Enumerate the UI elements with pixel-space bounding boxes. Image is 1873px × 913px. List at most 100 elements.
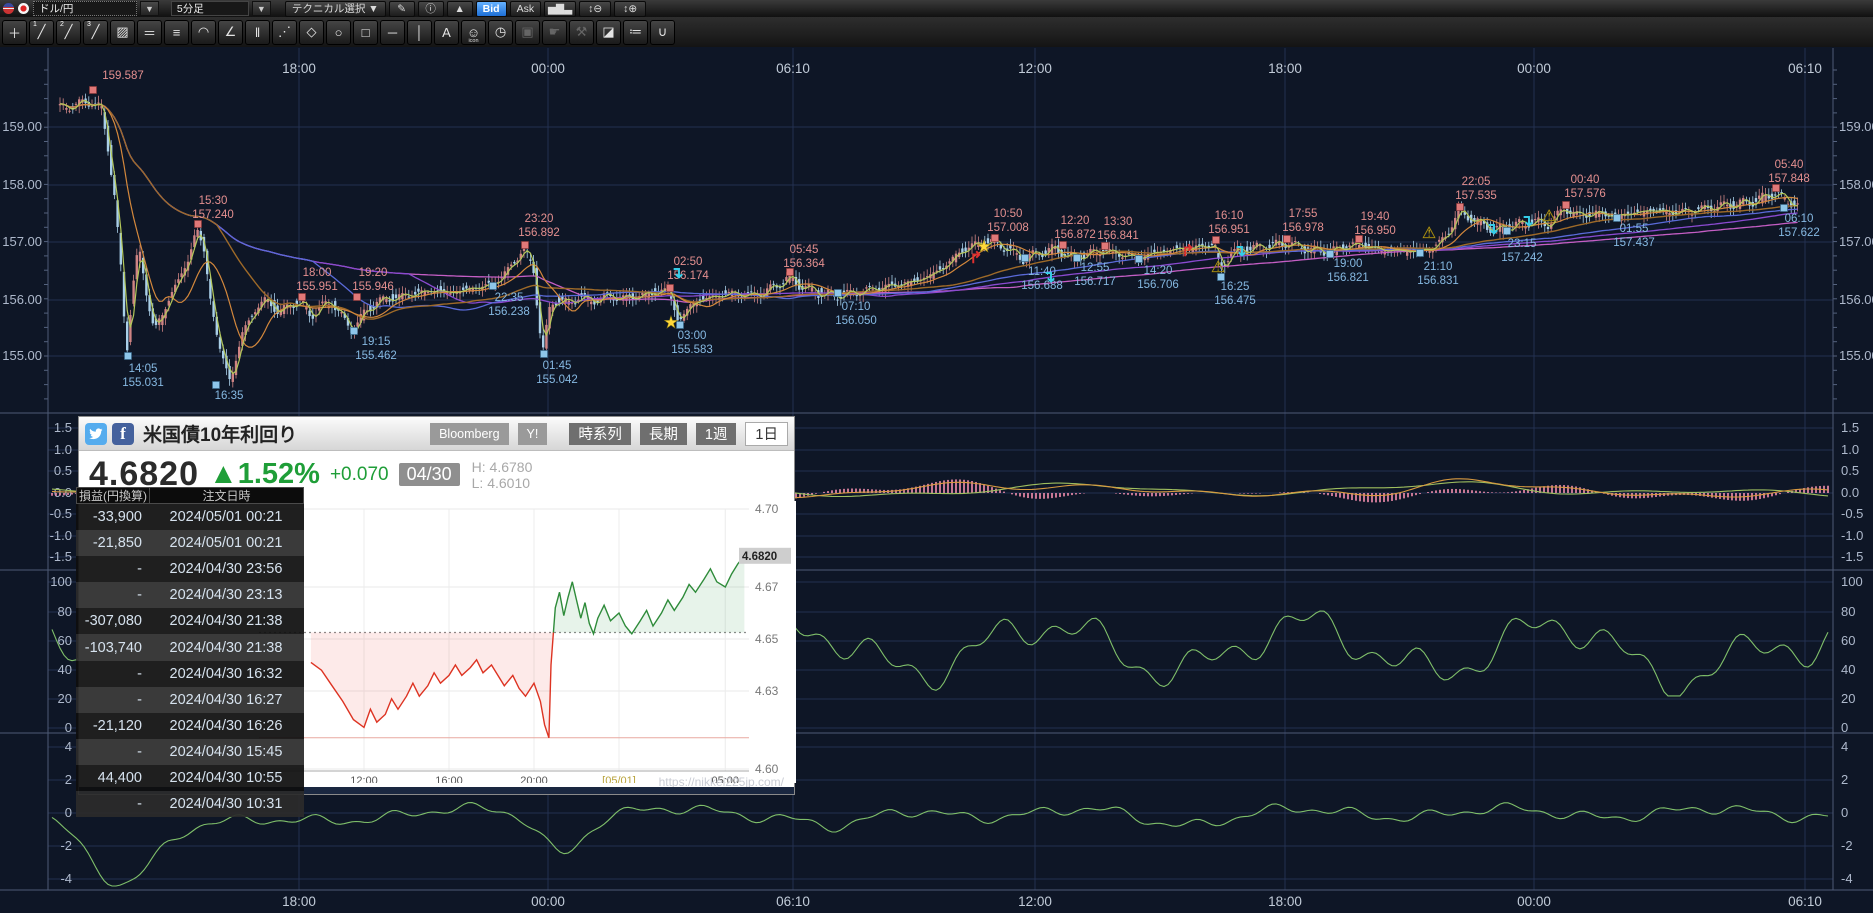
tab-bloomberg[interactable]: Bloomberg <box>430 423 508 445</box>
svg-text:40: 40 <box>1841 662 1855 677</box>
rectangle-tool[interactable]: □ <box>353 20 378 45</box>
low-annotation-price: 157.242 <box>1501 252 1543 264</box>
high-annotation-time: 00:40 <box>1571 174 1600 186</box>
copy-object-tool[interactable]: ▣ <box>515 20 540 45</box>
fibonacci-lines-tool[interactable]: ≡ <box>164 20 189 45</box>
timeframe-dropdown-button[interactable]: ▼ <box>252 1 271 16</box>
trendline1-tool[interactable]: ╱1 <box>29 20 54 45</box>
fan-lines-tool[interactable]: ∠ <box>218 20 243 45</box>
position-row[interactable]: -21,8502024/05/01 00:21 <box>76 530 304 556</box>
position-row[interactable]: -33,9002024/05/01 00:21 <box>76 504 304 530</box>
horizontal-line-tool[interactable]: ─ <box>380 20 405 45</box>
crosshair-tool[interactable]: ＋ <box>2 20 27 45</box>
bid-button[interactable]: Bid <box>476 1 507 17</box>
pencil-tool-button[interactable]: ✎ <box>389 1 415 17</box>
svg-text:1.5: 1.5 <box>1841 420 1859 435</box>
vertical-line-tool[interactable]: │ <box>407 20 432 45</box>
high-marker <box>1284 236 1291 243</box>
timeframe-select[interactable]: 5分足 <box>171 1 249 16</box>
polygon-tool[interactable]: ◇ <box>299 20 324 45</box>
svg-text:-4: -4 <box>1841 871 1853 886</box>
tab-1week[interactable]: 1週 <box>696 423 737 445</box>
twitter-icon[interactable] <box>85 423 107 445</box>
trendline3-tool[interactable]: ╱3 <box>83 20 108 45</box>
tab-yahoo[interactable]: Y! <box>518 423 548 445</box>
facebook-icon[interactable]: f <box>112 423 134 445</box>
order-datetime-column-header[interactable]: 注文日時 <box>150 488 303 503</box>
low-marker <box>1022 255 1029 262</box>
currency-pair-dropdown-button[interactable]: ▼ <box>140 1 159 16</box>
low-annotation-time: 03:00 <box>678 330 707 342</box>
svg-text:156.00: 156.00 <box>1839 292 1873 307</box>
high-annotation-price: 156.951 <box>1208 224 1250 236</box>
ask-button[interactable]: Ask <box>510 1 542 17</box>
low-annotation-time: 01:55 <box>1620 223 1649 235</box>
low-annotation-time: 01:45 <box>543 360 572 372</box>
edit-object-tool[interactable]: ⚒ <box>569 20 594 45</box>
svg-text:4.70: 4.70 <box>755 502 779 516</box>
position-order-datetime: 2024/04/30 16:26 <box>148 713 304 739</box>
svg-text:12:00: 12:00 <box>350 775 378 783</box>
position-row[interactable]: -2024/04/30 15:45 <box>76 739 304 765</box>
high-marker <box>522 242 529 249</box>
tool-number-label: 1 <box>33 21 37 28</box>
icon-stamp-tool[interactable]: ☺icon <box>461 20 486 45</box>
tab-longterm[interactable]: 長期 <box>640 423 687 445</box>
svg-text:00:00: 00:00 <box>1517 61 1551 76</box>
tab-1day[interactable]: 1日 <box>745 422 788 446</box>
info-button[interactable]: ⓘ <box>418 1 444 17</box>
text-tool[interactable]: A <box>434 20 459 45</box>
positions-table: 損益(円換算) 注文日時 -33,9002024/05/01 00:21-21,… <box>76 487 304 817</box>
position-row[interactable]: 44,4002024/04/30 10:55 <box>76 765 304 791</box>
time-marker-tool[interactable]: ◷ <box>488 20 513 45</box>
position-order-datetime: 2024/04/30 16:32 <box>148 661 304 687</box>
eraser-tool[interactable]: ◪ <box>596 20 621 45</box>
svg-text:16:00: 16:00 <box>435 775 463 783</box>
high-marker <box>354 294 361 301</box>
pl-column-header[interactable]: 損益(円換算) <box>77 488 150 503</box>
position-row[interactable]: -2024/04/30 10:31 <box>76 791 304 817</box>
vertical-zoom-out-button[interactable]: ↕⊖ <box>579 1 611 17</box>
svg-text:20: 20 <box>1841 691 1855 706</box>
technical-select-button[interactable]: テクニカル選択 ▼ <box>285 1 386 17</box>
fibonacci-arc-tool[interactable]: ◠ <box>191 20 216 45</box>
position-row[interactable]: -21,1202024/04/30 16:26 <box>76 713 304 739</box>
parallel-lines-tool[interactable]: ＝ <box>137 20 162 45</box>
drawing-toolbar: ＋╱1╱2╱3▨＝≡◠∠‖⋰◇○□─│A☺icon◷▣☛⚒◪≔∪ <box>0 17 1873 47</box>
position-row[interactable]: -103,7402024/04/30 21:38 <box>76 634 304 660</box>
svg-text:-1.0: -1.0 <box>50 528 72 543</box>
position-row[interactable]: -2024/04/30 23:56 <box>76 556 304 582</box>
high-annotation-price: 157.535 <box>1455 190 1497 202</box>
circle-tool[interactable]: ○ <box>326 20 351 45</box>
vertical-zoom-in-button[interactable]: ↕⊕ <box>614 1 646 17</box>
svg-text:06:10: 06:10 <box>776 61 810 76</box>
svg-text:00:00: 00:00 <box>1517 894 1551 909</box>
low-annotation-price: 157.437 <box>1613 237 1655 249</box>
trendline2-tool[interactable]: ╱2 <box>56 20 81 45</box>
chart-type-button[interactable]: ▅▇▃ <box>544 1 576 17</box>
yield-popup-header: f 米国債10年利回り Bloomberg Y! 時系列 長期 1週 1日 <box>79 417 794 451</box>
tab-timeseries[interactable]: 時系列 <box>569 423 631 445</box>
position-pl-value: -21,850 <box>76 530 148 556</box>
vertical-grid-tool[interactable]: ‖ <box>245 20 270 45</box>
tool-number-label: 2 <box>60 21 64 28</box>
low-marker <box>835 290 842 297</box>
low-annotation-time: 22:35 <box>495 292 524 304</box>
position-row[interactable]: -2024/04/30 16:32 <box>76 661 304 687</box>
position-order-datetime: 2024/04/30 10:31 <box>148 791 304 817</box>
low-annotation-time: 21:10 <box>1424 261 1453 273</box>
position-row[interactable]: -2024/04/30 23:13 <box>76 582 304 608</box>
object-list-tool[interactable]: ≔ <box>623 20 648 45</box>
move-object-tool[interactable]: ☛ <box>542 20 567 45</box>
magnet-tool[interactable]: ∪ <box>650 20 675 45</box>
high-annotation-price: 159.587 <box>102 70 144 82</box>
mountain-chart-button[interactable]: ▲ <box>447 1 473 17</box>
currency-pair-select[interactable]: ドル/円 <box>33 1 137 16</box>
high-annotation-price: 157.240 <box>192 209 234 221</box>
high-marker <box>195 221 202 228</box>
position-row[interactable]: -2024/04/30 16:27 <box>76 687 304 713</box>
svg-text:4.60: 4.60 <box>755 762 779 776</box>
ray-lines-tool[interactable]: ⋰ <box>272 20 297 45</box>
ruler-tool[interactable]: ▨ <box>110 20 135 45</box>
position-row[interactable]: -307,0802024/04/30 21:38 <box>76 608 304 634</box>
